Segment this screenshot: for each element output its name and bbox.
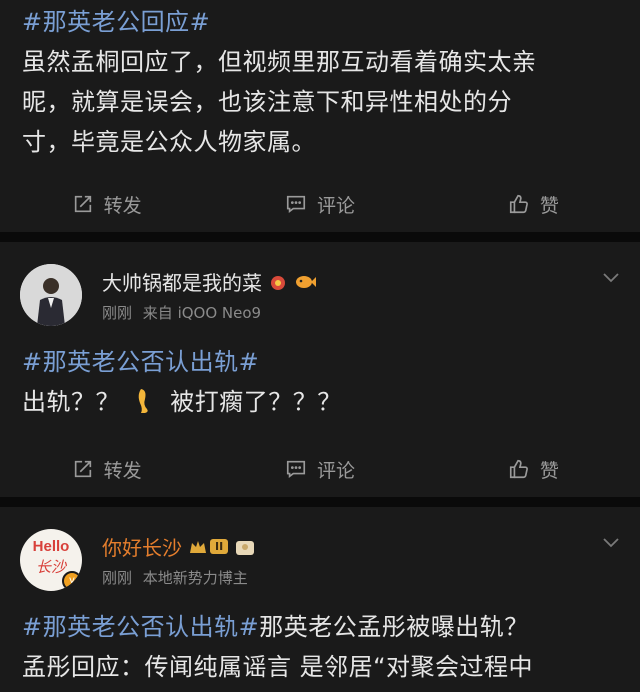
achievement-badge-icon [236, 540, 255, 555]
post-text: 那英老公孟彤被曝出轨？ [259, 613, 529, 641]
post-meta: 刚刚 本地新势力博主 [102, 567, 620, 588]
like-button[interactable]: 赞 [427, 456, 640, 483]
post-text-line: 虽然孟桐回应了，但视频里那互动看着确实太亲 [22, 48, 537, 76]
verified-badge-icon: v [62, 571, 82, 591]
repost-icon [74, 460, 91, 478]
chevron-down-icon[interactable] [602, 537, 620, 549]
post-text-line: #那英老公否认出轨#那英老公孟彤被曝出轨？ [22, 607, 618, 647]
like-label: 赞 [539, 459, 559, 482]
post-3: Hello 长沙 v 你好长沙 II 刚刚 本地新势力博主 #那英老公否认出轨#… [0, 507, 640, 692]
comment-label: 评论 [316, 194, 355, 217]
post-text: 被打瘸了？？？ [170, 388, 342, 416]
chevron-down-icon[interactable] [602, 272, 620, 284]
post-text-line: 孟彤回应：传闻纯属谣言 是邻居“对聚会过程中 [22, 653, 534, 681]
post-text-line: 寸，毕竟是公众人物家属。 [22, 128, 316, 156]
like-icon [509, 459, 528, 479]
avatar[interactable] [20, 264, 82, 326]
username[interactable]: 大帅锅都是我的菜 [102, 267, 620, 296]
repost-label: 转发 [103, 459, 142, 482]
post-separator [0, 497, 640, 507]
post-source: 本地新势力博主 [142, 569, 248, 587]
post-2-body: #那英老公否认出轨# 出轨？？ 被打瘸了？？？ [0, 342, 640, 422]
post-source: 来自 iQOO Neo9 [142, 304, 262, 322]
repost-button[interactable]: 转发 [0, 456, 213, 483]
hashtag-link[interactable]: #那英老公否认出轨# [22, 613, 259, 641]
level-badge: II [188, 538, 229, 556]
repost-button[interactable]: 转发 [0, 191, 213, 218]
avatar[interactable]: Hello 长沙 v [20, 529, 82, 591]
post-1: #那英老公回应# 虽然孟桐回应了，但视频里那互动看着确实太亲 昵，就算是误会，也… [0, 0, 640, 232]
repost-icon [74, 195, 91, 213]
timestamp: 刚刚 [102, 569, 133, 587]
post-1-body: #那英老公回应# 虽然孟桐回应了，但视频里那互动看着确实太亲 昵，就算是误会，也… [0, 0, 640, 162]
comment-button[interactable]: 评论 [213, 191, 426, 218]
timestamp: 刚刚 [102, 304, 133, 322]
post-text-line: 昵，就算是误会，也该注意下和异性相处的分 [22, 88, 512, 116]
username-text: 大帅锅都是我的菜 [102, 271, 262, 295]
fire-badge-icon [271, 275, 285, 290]
person-photo [20, 264, 82, 326]
post-meta: 刚刚 来自 iQOO Neo9 [102, 302, 620, 323]
post-3-body: #那英老公否认出轨#那英老公孟彤被曝出轨？ 孟彤回应：传闻纯属谣言 是邻居“对聚… [0, 607, 640, 687]
comment-button[interactable]: 评论 [213, 456, 426, 483]
repost-label: 转发 [103, 194, 142, 217]
comment-icon [286, 460, 306, 478]
leg-emoji-icon [138, 389, 148, 413]
post-separator [0, 232, 640, 242]
like-label: 赞 [539, 194, 559, 217]
comment-icon [286, 195, 306, 213]
action-bar: 转发 评论 赞 [0, 441, 640, 497]
action-bar: 转发 评论 赞 [0, 176, 640, 232]
comment-label: 评论 [316, 459, 355, 482]
avatar-text: Hello [32, 538, 70, 555]
fish-badge-icon [296, 275, 316, 288]
like-icon [509, 194, 528, 214]
post-text: 出轨？？ [22, 388, 120, 416]
hashtag-link[interactable]: #那英老公否认出轨# [22, 348, 259, 376]
crown-icon [190, 540, 206, 553]
hashtag-link[interactable]: #那英老公回应# [22, 8, 210, 36]
post-header: 大帅锅都是我的菜 刚刚 来自 iQOO Neo9 [0, 242, 640, 326]
username-text: 你好长沙 [102, 536, 182, 560]
post-text-line: 出轨？？ 被打瘸了？？？ [22, 382, 618, 422]
level-label: II [210, 539, 229, 554]
post-header: Hello 长沙 v 你好长沙 II 刚刚 本地新势力博主 [0, 507, 640, 591]
post-2: 大帅锅都是我的菜 刚刚 来自 iQOO Neo9 #那英老公否认出轨# 出轨？？… [0, 242, 640, 497]
username[interactable]: 你好长沙 II [102, 532, 620, 561]
like-button[interactable]: 赞 [427, 191, 640, 218]
